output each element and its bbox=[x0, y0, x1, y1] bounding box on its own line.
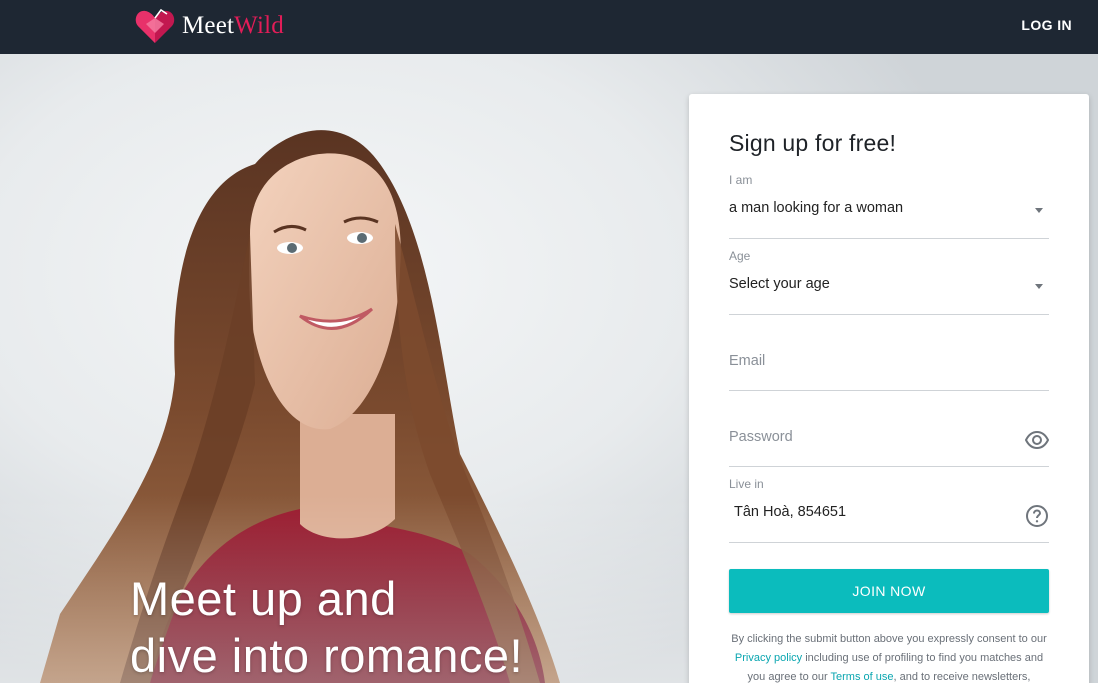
age-select[interactable]: Age Select your age bbox=[729, 249, 1049, 315]
i-am-label: I am bbox=[729, 173, 753, 187]
hero-headline: Meet up and dive into romance! bbox=[130, 570, 523, 683]
i-am-value: a man looking for a woman bbox=[729, 200, 904, 216]
brand-name-meet: Meet bbox=[182, 12, 235, 39]
dropdown-caret-icon bbox=[1035, 284, 1043, 289]
heart-logo-icon bbox=[135, 8, 175, 43]
legal-text-part-1: By clicking the submit button above you … bbox=[731, 633, 1047, 645]
eye-icon[interactable] bbox=[1025, 428, 1049, 452]
i-am-select[interactable]: I am a man looking for a woman bbox=[729, 173, 1049, 239]
email-placeholder: Email bbox=[729, 353, 766, 369]
age-label: Age bbox=[729, 249, 751, 263]
password-field[interactable]: Password bbox=[729, 401, 1049, 467]
brand-name-wild: Wild bbox=[234, 12, 284, 39]
privacy-policy-link[interactable]: Privacy policy bbox=[735, 652, 802, 664]
hero-headline-line-1: Meet up and bbox=[130, 572, 397, 625]
dropdown-caret-icon bbox=[1035, 208, 1043, 213]
password-placeholder: Password bbox=[729, 429, 793, 445]
brand-logo[interactable]: MeetWild bbox=[134, 5, 284, 47]
email-field[interactable]: Email bbox=[729, 325, 1049, 391]
login-link[interactable]: LOG IN bbox=[1021, 17, 1072, 33]
hero-headline-line-2: dive into romance! bbox=[130, 629, 524, 682]
signup-card: Sign up for free! I am a man looking for… bbox=[689, 94, 1089, 683]
join-now-button[interactable]: JOIN NOW bbox=[729, 569, 1049, 613]
signup-title: Sign up for free! bbox=[729, 130, 897, 156]
legal-text-part-3: , and to receive newsletters, bbox=[893, 671, 1031, 683]
terms-of-use-link[interactable]: Terms of use bbox=[831, 671, 894, 683]
live-in-field[interactable]: Live in Tân Hoà, 854651 bbox=[729, 477, 1049, 543]
age-value: Select your age bbox=[729, 276, 830, 292]
live-in-value: Tân Hoà, 854651 bbox=[734, 504, 847, 520]
legal-consent-text: By clicking the submit button above you … bbox=[727, 630, 1051, 683]
brand-wordmark: MeetWild bbox=[182, 12, 284, 40]
help-question-icon[interactable] bbox=[1025, 504, 1049, 528]
top-navigation-bar: MeetWild LOG IN bbox=[0, 0, 1098, 54]
live-in-label: Live in bbox=[729, 477, 764, 491]
